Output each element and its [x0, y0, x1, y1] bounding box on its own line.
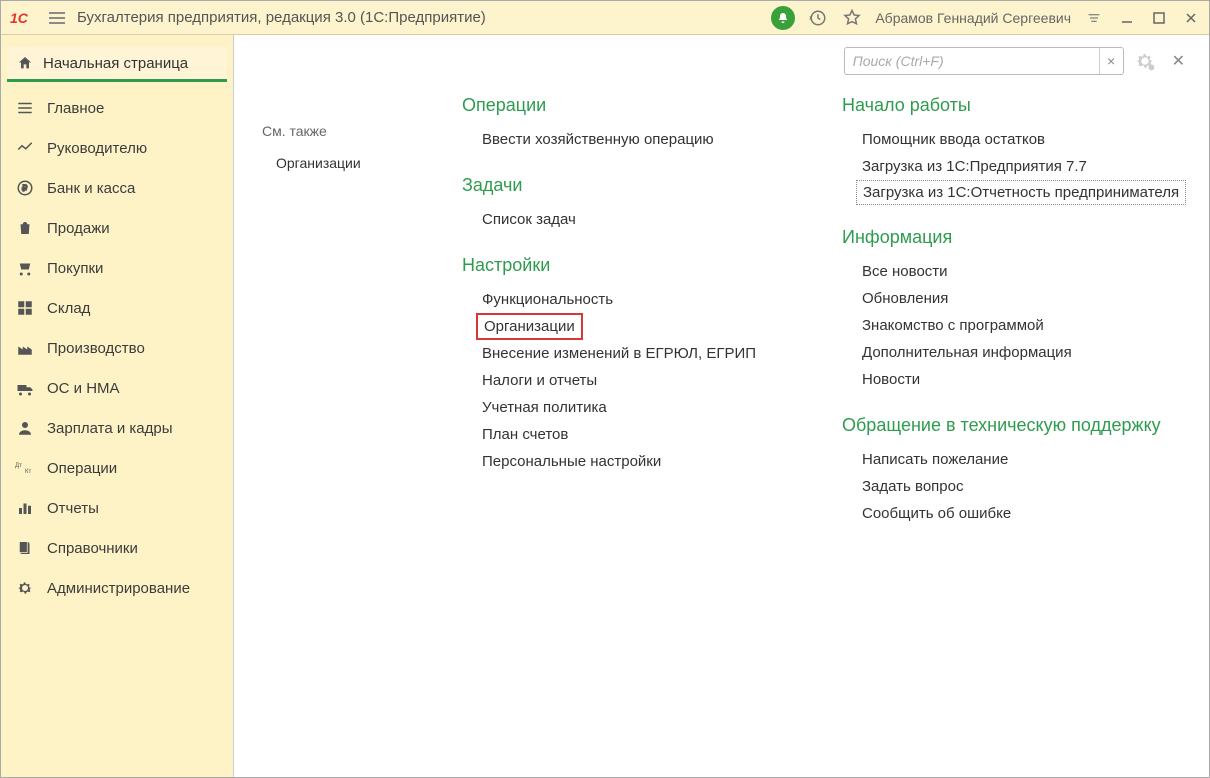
section-head-settings: Настройки — [462, 255, 802, 276]
sidebar-item-main[interactable]: Главное — [1, 88, 233, 128]
sidebar-item-label: Справочники — [47, 540, 138, 557]
sidebar-item-manager[interactable]: Руководителю — [1, 128, 233, 168]
link-organizations[interactable]: Организации — [476, 313, 583, 340]
sidebar-item-reports[interactable]: Отчеты — [1, 488, 233, 528]
sidebar-item-operations[interactable]: ДтКт Операции — [1, 448, 233, 488]
main-panel: × ✕ См. также Организации Операции Ввест… — [233, 35, 1209, 777]
sidebar-item-salary[interactable]: Зарплата и кадры — [1, 408, 233, 448]
cart-icon — [15, 258, 35, 278]
link-enter-operation[interactable]: Ввести хозяйственную операцию — [462, 126, 802, 153]
window-title: Бухгалтерия предприятия, редакция 3.0 (1… — [77, 9, 486, 26]
link-chart-accounts[interactable]: План счетов — [462, 421, 802, 448]
menu-icon — [15, 98, 35, 118]
link-news[interactable]: Новости — [842, 366, 1191, 393]
history-icon[interactable] — [807, 7, 829, 29]
chart-icon — [15, 138, 35, 158]
sidebar-item-label: ОС и НМА — [47, 380, 120, 397]
middle-column: Операции Ввести хозяйственную операцию З… — [462, 95, 802, 549]
link-taxes[interactable]: Налоги и отчеты — [462, 367, 802, 394]
svg-text:Кт: Кт — [25, 469, 31, 475]
minimize-button[interactable] — [1117, 8, 1137, 28]
svg-text:Дт: Дт — [15, 463, 22, 469]
tab-home-label: Начальная страница — [43, 55, 188, 72]
close-button[interactable] — [1181, 8, 1201, 28]
right-column: Начало работы Помощник ввода остатков За… — [842, 95, 1191, 549]
link-additional-info[interactable]: Дополнительная информация — [842, 339, 1191, 366]
link-functionality[interactable]: Функциональность — [462, 286, 802, 313]
aside-column: См. также Организации — [262, 95, 422, 549]
titlebar: 1C Бухгалтерия предприятия, редакция 3.0… — [1, 1, 1209, 35]
link-load-reporting[interactable]: Загрузка из 1С:Отчетность предпринимател… — [856, 180, 1186, 205]
aside-link-organizations[interactable]: Организации — [262, 153, 422, 173]
sidebar-item-label: Склад — [47, 300, 90, 317]
svg-text:1C: 1C — [10, 10, 29, 26]
link-load-77[interactable]: Загрузка из 1С:Предприятия 7.7 — [842, 153, 1191, 180]
sidebar-item-admin[interactable]: Администрирование — [1, 568, 233, 608]
link-write-wish[interactable]: Написать пожелание — [842, 446, 1191, 473]
sidebar-item-label: Покупки — [47, 260, 103, 277]
truck-icon — [15, 378, 35, 398]
sidebar-item-label: Главное — [47, 100, 104, 117]
sidebar-item-references[interactable]: Справочники — [1, 528, 233, 568]
section-head-operations: Операции — [462, 95, 802, 116]
sidebar-item-warehouse[interactable]: Склад — [1, 288, 233, 328]
sidebar-item-label: Зарплата и кадры — [47, 420, 173, 437]
notifications-icon[interactable] — [771, 6, 795, 30]
link-intro[interactable]: Знакомство с программой — [842, 312, 1191, 339]
boxes-icon — [15, 298, 35, 318]
sidebar-item-sales[interactable]: Продажи — [1, 208, 233, 248]
ruble-icon: ₽ — [15, 178, 35, 198]
section-head-support: Обращение в техническую поддержку — [842, 415, 1191, 436]
search-input[interactable] — [845, 53, 1099, 69]
sidebar-item-purchases[interactable]: Покупки — [1, 248, 233, 288]
sidebar-item-label: Банк и касса — [47, 180, 135, 197]
dtk-icon: ДтКт — [15, 458, 35, 478]
home-icon — [15, 53, 35, 73]
search-box: × — [844, 47, 1124, 75]
sidebar: Начальная страница Главное Руководителю … — [1, 35, 233, 777]
maximize-button[interactable] — [1149, 8, 1169, 28]
link-task-list[interactable]: Список задач — [462, 206, 802, 233]
link-ask-question[interactable]: Задать вопрос — [842, 473, 1191, 500]
sidebar-item-label: Операции — [47, 460, 117, 477]
link-personal-settings[interactable]: Персональные настройки — [462, 448, 802, 475]
section-head-tasks: Задачи — [462, 175, 802, 196]
sidebar-item-label: Производство — [47, 340, 145, 357]
bag-icon — [15, 218, 35, 238]
section-head-start: Начало работы — [842, 95, 1191, 116]
sidebar-item-label: Руководителю — [47, 140, 147, 157]
app-logo-icon: 1C — [9, 8, 39, 28]
sidebar-item-label: Администрирование — [47, 580, 190, 597]
bars-icon — [15, 498, 35, 518]
sidebar-item-label: Продажи — [47, 220, 110, 237]
section-head-info: Информация — [842, 227, 1191, 248]
link-accounting-policy[interactable]: Учетная политика — [462, 394, 802, 421]
favorites-icon[interactable] — [841, 7, 863, 29]
factory-icon — [15, 338, 35, 358]
tab-home[interactable]: Начальная страница — [7, 47, 227, 82]
gear-icon — [15, 578, 35, 598]
sidebar-item-production[interactable]: Производство — [1, 328, 233, 368]
link-all-news[interactable]: Все новости — [842, 258, 1191, 285]
svg-text:₽: ₽ — [22, 184, 27, 193]
sidebar-item-assets[interactable]: ОС и НМА — [1, 368, 233, 408]
search-clear-button[interactable]: × — [1099, 48, 1123, 74]
panel-settings-icon[interactable] — [1083, 7, 1105, 29]
link-updates[interactable]: Обновления — [842, 285, 1191, 312]
close-panel-button[interactable]: ✕ — [1166, 51, 1191, 71]
link-egrul[interactable]: Внесение изменений в ЕГРЮЛ, ЕГРИП — [462, 340, 802, 367]
link-balance-helper[interactable]: Помощник ввода остатков — [842, 126, 1191, 153]
person-icon — [15, 418, 35, 438]
book-icon — [15, 538, 35, 558]
settings-icon[interactable] — [1130, 50, 1160, 72]
main-menu-icon[interactable] — [47, 8, 67, 28]
sidebar-item-bank[interactable]: ₽ Банк и касса — [1, 168, 233, 208]
link-report-bug[interactable]: Сообщить об ошибке — [842, 500, 1191, 527]
aside-heading: См. также — [262, 123, 422, 139]
user-name[interactable]: Абрамов Геннадий Сергеевич — [875, 10, 1071, 26]
sidebar-item-label: Отчеты — [47, 500, 99, 517]
main-toolbar: × ✕ — [252, 47, 1191, 75]
